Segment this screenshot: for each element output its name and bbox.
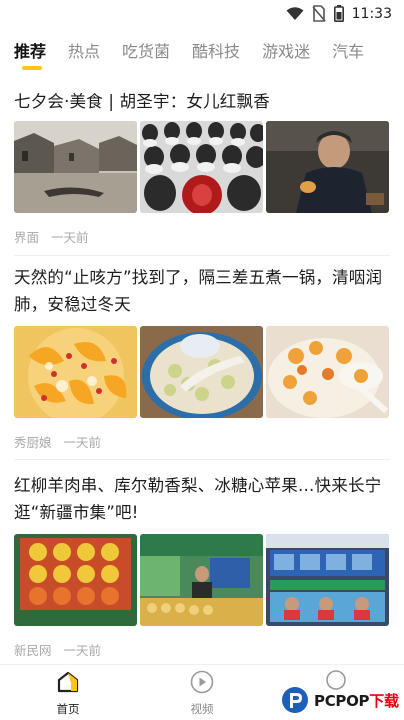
tab-foodie[interactable]: 吃货菌 [111, 30, 181, 74]
tab-hot[interactable]: 热点 [57, 30, 111, 74]
play-icon [190, 670, 214, 694]
tab-active-indicator [22, 66, 42, 70]
nav-label: 首页 [56, 702, 80, 716]
watermark-text: PCPOP下载 [314, 690, 399, 711]
market-booth-image [266, 534, 389, 626]
nav-home[interactable]: 首页 [38, 669, 98, 717]
article-card[interactable]: 七夕会·美食 | 胡圣宇：女儿红飘香 界面 一天前 [14, 88, 390, 248]
article-source: 新民网 [14, 643, 52, 658]
market-stall-image [140, 534, 263, 626]
article-meta: 新民网 一天前 [14, 640, 101, 659]
nav-label: 视频 [190, 702, 214, 716]
article-card[interactable]: 红柳羊肉串、库尔勒香梨、冰糖心苹果…快来长宁逛“新疆市集”吧! 新民网 一天前 [14, 472, 390, 662]
tab-label: 热点 [68, 42, 101, 61]
tab-label: 汽车 [332, 42, 365, 61]
pcpop-logo-icon [282, 687, 308, 713]
article-meta: 秀厨娘 一天前 [14, 432, 101, 451]
wifi-icon [286, 6, 304, 20]
article-meta: 界面 一天前 [14, 227, 89, 246]
battery-icon [333, 5, 344, 22]
watermark-suffix: 下载 [369, 691, 399, 710]
divider [14, 459, 390, 460]
tab-games[interactable]: 游戏迷 [251, 30, 321, 74]
article-source: 界面 [14, 230, 40, 245]
article-time: 一天前 [63, 643, 102, 658]
status-bar: 11:33 [0, 0, 404, 30]
article-source: 秀厨娘 [14, 435, 52, 450]
article-title: 红柳羊肉串、库尔勒香梨、冰糖心苹果…快来长宁逛“新疆市集”吧! [14, 476, 382, 522]
tab-label: 推荐 [14, 42, 47, 61]
tab-tech[interactable]: 酷科技 [181, 30, 251, 74]
town-canal-image [14, 121, 137, 213]
pear-soup-image [266, 326, 389, 418]
tab-recommend[interactable]: 推荐 [0, 30, 57, 74]
elderly-man-image [266, 121, 389, 213]
tab-auto[interactable]: 汽车 [321, 30, 375, 74]
status-time: 11:33 [351, 5, 392, 22]
news-feed[interactable]: 七夕会·美食 | 胡圣宇：女儿红飘香 界面 一天前 天然的“止咳方”找到了，隔三… [0, 74, 404, 664]
watermark: PCPOP下载 [280, 680, 404, 720]
peach-soup-image [14, 326, 137, 418]
tab-label: 游戏迷 [262, 42, 311, 61]
wine-jars-image [140, 121, 263, 213]
article-card[interactable]: 天然的“止咳方”找到了，隔三差五煮一锅，清咽润肺，安稳过冬天 秀厨娘 一天前 [14, 264, 390, 454]
tab-label: 吃货菌 [122, 42, 171, 61]
tab-label: 酷科技 [192, 42, 241, 61]
home-icon [57, 671, 79, 693]
article-title: 七夕会·美食 | 胡圣宇：女儿红飘香 [14, 92, 270, 111]
no-sim-icon [312, 5, 326, 22]
lotus-soup-image [140, 326, 263, 418]
article-time: 一天前 [51, 230, 89, 245]
fruit-box-image [14, 534, 137, 626]
article-title: 天然的“止咳方”找到了，隔三差五煮一锅，清咽润肺，安稳过冬天 [14, 268, 383, 314]
watermark-prefix: PCPOP [314, 691, 370, 710]
article-time: 一天前 [63, 435, 102, 450]
nav-video[interactable]: 视频 [172, 669, 232, 717]
divider [14, 255, 390, 256]
category-tabs: 推荐 热点 吃货菌 酷科技 游戏迷 汽车 [0, 30, 404, 74]
